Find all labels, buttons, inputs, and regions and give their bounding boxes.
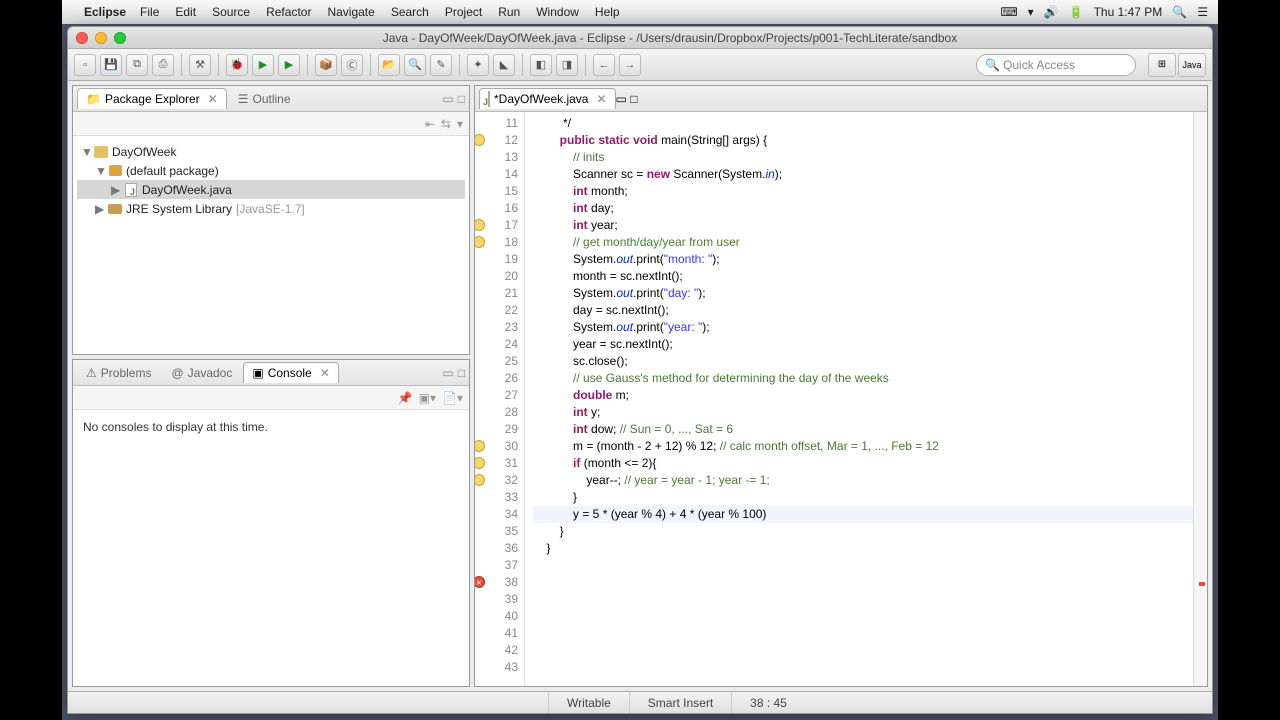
spotlight-icon[interactable]: 🔍 <box>1172 5 1187 19</box>
outline-icon: ☰ <box>238 92 249 106</box>
menu-search[interactable]: Search <box>391 5 429 19</box>
next-annotation-button[interactable]: ◨ <box>556 54 578 76</box>
build-button[interactable]: ⚒ <box>189 54 211 76</box>
tree-package[interactable]: ▼ (default package) <box>77 161 465 180</box>
zoom-window-button[interactable] <box>114 32 126 44</box>
status-bar: Writable Smart Insert 38 : 45 <box>68 691 1212 713</box>
collapse-all-icon[interactable]: ⇤ <box>425 117 435 131</box>
editor-tab[interactable]: *DayOfWeek.java ✕ <box>479 88 616 109</box>
tab-problems[interactable]: ⚠ Problems <box>77 362 160 383</box>
maximize-view-icon[interactable]: □ <box>630 92 637 106</box>
prev-annotation-button[interactable]: ◧ <box>530 54 552 76</box>
toggle-breadcrumb-button[interactable]: ◣ <box>493 54 515 76</box>
package-explorer-icon: 📁 <box>86 92 101 106</box>
package-explorer-tree[interactable]: ▼ DayOfWeek ▼ (default package) ▶ DayOfW… <box>73 136 469 354</box>
eclipse-toolbar: ▫ 💾 ⧉ ⎙ ⚒ 🐞 ▶ ▶ 📦 Ⓒ 📂 🔍 ✎ ✦ ◣ ◧ ◨ ← → <box>68 49 1212 81</box>
link-editor-icon[interactable]: ⇆ <box>441 117 451 131</box>
search-icon: 🔍 <box>985 58 1000 72</box>
new-button[interactable]: ▫ <box>74 54 96 76</box>
minimize-view-icon[interactable]: ▭ <box>616 92 627 106</box>
display-console-icon[interactable]: ▣▾ <box>419 391 436 405</box>
tree-project[interactable]: ▼ DayOfWeek <box>77 142 465 161</box>
console-empty-message: No consoles to display at this time. <box>73 410 469 444</box>
back-button[interactable]: ← <box>593 54 615 76</box>
annotate-button[interactable]: ✎ <box>430 54 452 76</box>
view-menu-icon[interactable]: ▾ <box>457 117 463 131</box>
tab-javadoc[interactable]: @ Javadoc <box>162 362 241 383</box>
tab-package-explorer[interactable]: 📁 Package Explorer ✕ <box>77 88 227 109</box>
maximize-view-icon[interactable]: □ <box>458 92 465 106</box>
overview-ruler[interactable] <box>1193 112 1207 686</box>
menu-project[interactable]: Project <box>445 5 482 19</box>
close-icon[interactable]: ✕ <box>320 366 330 380</box>
menu-refactor[interactable]: Refactor <box>266 5 311 19</box>
titlebar: Java - DayOfWeek/DayOfWeek.java - Eclips… <box>68 27 1212 49</box>
open-console-icon[interactable]: 📄▾ <box>442 391 463 405</box>
quick-access-input[interactable]: 🔍 Quick Access <box>976 54 1136 76</box>
menu-navigate[interactable]: Navigate <box>327 5 374 19</box>
menu-edit[interactable]: Edit <box>175 5 196 19</box>
tree-jre-library[interactable]: ▶ JRE System Library [JavaSE-1.7] <box>77 199 465 218</box>
forward-button[interactable]: → <box>619 54 641 76</box>
menubar-app[interactable]: Eclipse <box>84 5 126 19</box>
close-icon[interactable]: ✕ <box>596 92 606 106</box>
open-perspective-button[interactable]: ⊞ <box>1148 53 1176 77</box>
print-button[interactable]: ⎙ <box>152 54 174 76</box>
close-icon[interactable]: ✕ <box>208 92 218 106</box>
javadoc-icon: @ <box>171 366 183 380</box>
tree-file-selected[interactable]: ▶ DayOfWeek.java <box>77 180 465 199</box>
menu-help[interactable]: Help <box>595 5 620 19</box>
new-package-button[interactable]: 📦 <box>315 54 337 76</box>
menu-file[interactable]: File <box>140 5 159 19</box>
battery-icon[interactable]: 🔋 <box>1069 5 1084 19</box>
menu-run[interactable]: Run <box>498 5 520 19</box>
problems-icon: ⚠ <box>86 366 97 380</box>
status-writable: Writable <box>548 692 629 713</box>
close-window-button[interactable] <box>76 32 88 44</box>
run-last-button[interactable]: ▶ <box>278 54 300 76</box>
console-view: ⚠ Problems @ Javadoc ▣ Console ✕ <box>72 359 470 687</box>
menubar-clock[interactable]: Thu 1:47 PM <box>1094 5 1163 19</box>
wifi-icon[interactable]: ▾ <box>1028 5 1034 19</box>
keyboard-icon[interactable]: ⌨ <box>1000 5 1017 19</box>
window-title: Java - DayOfWeek/DayOfWeek.java - Eclips… <box>136 31 1204 45</box>
toggle-mark-button[interactable]: ✦ <box>467 54 489 76</box>
mac-menubar: Eclipse File Edit Source Refactor Naviga… <box>62 0 1218 24</box>
eclipse-window: Java - DayOfWeek/DayOfWeek.java - Eclips… <box>67 26 1213 714</box>
volume-icon[interactable]: 🔊 <box>1044 5 1059 19</box>
java-perspective-button[interactable]: Java <box>1178 53 1206 77</box>
code-editor[interactable]: 1112131415161718192021222324252627282930… <box>475 112 1207 686</box>
save-all-button[interactable]: ⧉ <box>126 54 148 76</box>
minimize-view-icon[interactable]: ▭ <box>442 366 453 380</box>
save-button[interactable]: 💾 <box>100 54 122 76</box>
menu-window[interactable]: Window <box>536 5 579 19</box>
status-insert: Smart Insert <box>629 692 731 713</box>
minimize-view-icon[interactable]: ▭ <box>442 92 453 106</box>
maximize-view-icon[interactable]: □ <box>458 366 465 380</box>
minimize-window-button[interactable] <box>95 32 107 44</box>
tab-outline[interactable]: ☰ Outline <box>229 88 300 109</box>
notifications-icon[interactable]: ☰ <box>1197 5 1208 19</box>
editor-view: *DayOfWeek.java ✕ ▭ □ 111213141516171819… <box>474 85 1208 687</box>
search-button[interactable]: 🔍 <box>404 54 426 76</box>
run-button[interactable]: ▶ <box>252 54 274 76</box>
console-icon: ▣ <box>252 366 263 380</box>
tab-console[interactable]: ▣ Console ✕ <box>243 362 338 383</box>
debug-button[interactable]: 🐞 <box>226 54 248 76</box>
menu-source[interactable]: Source <box>212 5 250 19</box>
package-explorer-view: 📁 Package Explorer ✕ ☰ Outline ▭ □ <box>72 85 470 355</box>
pin-console-icon[interactable]: 📌 <box>398 391 413 405</box>
status-cursor-pos: 38 : 45 <box>731 692 805 713</box>
new-class-button[interactable]: Ⓒ <box>341 54 363 76</box>
open-type-button[interactable]: 📂 <box>378 54 400 76</box>
